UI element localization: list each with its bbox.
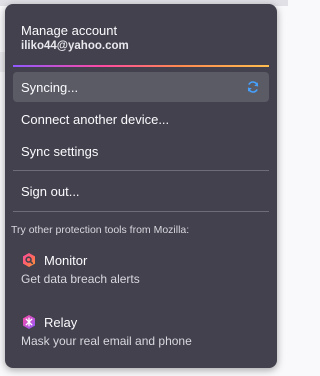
monitor-name: Monitor [44,253,88,268]
monitor-tool-button[interactable]: Monitor Get data breach alerts [13,250,269,294]
connect-device-button[interactable]: Connect another device... [13,104,269,134]
syncing-label: Syncing... [21,80,79,95]
sign-out-label: Sign out... [21,184,80,199]
sync-settings-label: Sync settings [21,144,99,159]
monitor-icon [23,253,35,267]
sync-refresh-icon [247,81,259,93]
relay-tool-button[interactable]: Relay Mask your real email and phone [13,312,269,356]
monitor-description: Get data breach alerts [21,272,140,286]
account-gradient-divider [13,65,269,67]
syncing-button[interactable]: Syncing... [13,72,269,102]
relay-description: Mask your real email and phone [21,334,192,348]
connect-device-label: Connect another device... [21,112,170,127]
sign-out-button[interactable]: Sign out... [13,176,269,206]
menu-separator [13,211,269,212]
sync-settings-button[interactable]: Sync settings [13,136,269,166]
account-email: iliko44@yahoo.com [21,40,129,52]
tools-section-header: Try other protection tools from Mozilla: [11,224,190,236]
manage-account-button[interactable]: Manage account iliko44@yahoo.com [13,18,269,64]
account-menu-panel: Manage account iliko44@yahoo.com Syncing… [5,4,277,368]
relay-icon [23,315,35,329]
manage-account-label: Manage account [21,23,118,38]
menu-separator [13,170,269,171]
relay-name: Relay [44,315,78,330]
